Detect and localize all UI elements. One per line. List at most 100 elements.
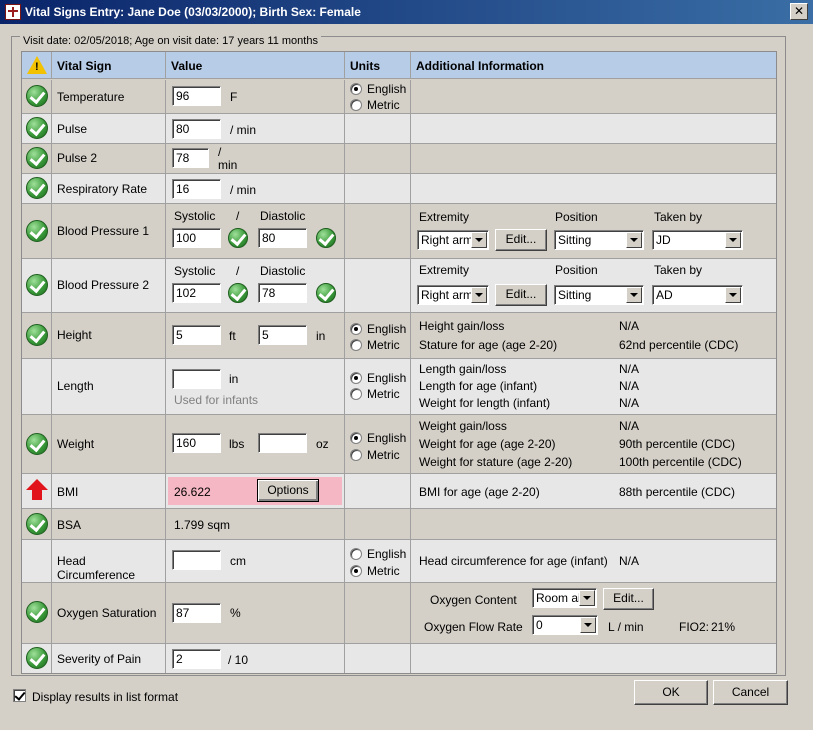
- metric-label: Metric: [367, 387, 400, 401]
- row-bmi: BMI 26.622 Options BMI for age (age 2-20…: [22, 474, 776, 509]
- row-weight: Weight 160 lbs oz English Metric Weight …: [22, 415, 776, 474]
- info-label: Length gain/loss: [419, 362, 507, 376]
- fio2-label: FIO2:: [679, 620, 710, 634]
- height-in-input[interactable]: 5: [258, 325, 307, 345]
- bsa-value: 1.799 sqm: [174, 518, 231, 532]
- metric-label: Metric: [367, 448, 400, 462]
- length-english-radio[interactable]: [350, 372, 362, 384]
- bp1-diastolic-input[interactable]: 80: [258, 228, 307, 248]
- bp2-taken-by-select[interactable]: AD: [652, 285, 743, 305]
- bp1-systolic-input[interactable]: 100: [172, 228, 221, 248]
- bp1-extremity-select[interactable]: Right arm: [417, 230, 489, 250]
- close-button[interactable]: ✕: [790, 3, 808, 20]
- bp1-edit-button[interactable]: Edit...: [495, 229, 547, 251]
- bp1-taken-by-select[interactable]: JD: [652, 230, 743, 250]
- bp1-position-select[interactable]: Sitting: [554, 230, 644, 250]
- vital-name: Length: [57, 379, 94, 393]
- english-label: English: [367, 82, 407, 96]
- pulse-unit: / min: [230, 123, 257, 137]
- row-bsa: BSA 1.799 sqm: [22, 509, 776, 540]
- col-value: Value: [171, 59, 203, 73]
- metric-label: Metric: [367, 564, 400, 578]
- list-format-checkbox[interactable]: [13, 689, 26, 702]
- respiratory-rate-input[interactable]: 16: [172, 179, 221, 199]
- bmi-options-button[interactable]: Options: [257, 479, 319, 502]
- row-length: Length in Used for infants English Metri…: [22, 359, 776, 415]
- weight-lbs-input[interactable]: 160: [172, 433, 221, 453]
- row-pulse: Pulse 80 / min: [22, 114, 776, 144]
- bp2-edit-button[interactable]: Edit...: [495, 284, 547, 306]
- status-ok-icon: [316, 283, 336, 303]
- bp-slash: /: [236, 209, 240, 223]
- metric-label: Metric: [367, 338, 400, 352]
- bp2-position-select[interactable]: Sitting: [554, 285, 644, 305]
- info-label: Stature for age (age 2-20): [419, 338, 558, 352]
- pulse-2-unit: min: [218, 158, 238, 172]
- vital-name: BSA: [57, 518, 82, 532]
- height-metric-radio[interactable]: [350, 339, 362, 351]
- temperature-input[interactable]: 96: [172, 86, 221, 106]
- weight-metric-radio[interactable]: [350, 449, 362, 461]
- height-in-unit: in: [316, 329, 326, 343]
- status-ok-icon: [228, 228, 248, 248]
- length-input[interactable]: [172, 369, 221, 389]
- english-label: English: [367, 371, 407, 385]
- cancel-button[interactable]: Cancel: [713, 680, 788, 705]
- pulse-input[interactable]: 80: [172, 119, 221, 139]
- info-value: 62nd percentile (CDC): [619, 338, 739, 352]
- status-ok-icon: [316, 228, 336, 248]
- info-label: Weight for length (infant): [419, 396, 551, 410]
- oxygen-content-select[interactable]: Room air: [532, 588, 597, 608]
- status-ok-icon: [26, 647, 48, 669]
- temperature-english-radio[interactable]: [350, 83, 362, 95]
- app-icon: [5, 4, 21, 20]
- pulse-2-input[interactable]: 78: [172, 148, 209, 168]
- status-ok-icon: [26, 433, 48, 455]
- info-label: Head circumference for age (infant): [419, 554, 608, 568]
- length-unit: in: [229, 372, 239, 386]
- weight-english-radio[interactable]: [350, 432, 362, 444]
- bmi-value: 26.622: [174, 485, 211, 499]
- ok-button[interactable]: OK: [634, 680, 708, 705]
- oxygen-flow-rate-unit: L / min: [608, 620, 644, 634]
- height-ft-unit: ft: [229, 329, 236, 343]
- info-value: N/A: [619, 319, 640, 333]
- warning-icon: !: [27, 56, 47, 74]
- row-temperature: Temperature 96 F English Metric: [22, 80, 776, 114]
- col-units: Units: [350, 59, 380, 73]
- head-circumference-input[interactable]: [172, 550, 221, 570]
- col-vital-sign: Vital Sign: [57, 59, 112, 73]
- oxygen-flow-rate-select[interactable]: 0: [532, 615, 598, 635]
- status-ok-icon: [26, 85, 48, 107]
- oxygen-content-label: Oxygen Content: [430, 593, 517, 607]
- height-ft-input[interactable]: 5: [172, 325, 221, 345]
- info-value: N/A: [619, 362, 640, 376]
- info-label: BMI for age (age 2-20): [419, 485, 540, 499]
- bp2-systolic-input[interactable]: 102: [172, 283, 221, 303]
- temperature-unit: F: [230, 90, 238, 104]
- length-metric-radio[interactable]: [350, 388, 362, 400]
- chevron-down-icon: [471, 232, 487, 248]
- diastolic-label: Diastolic: [260, 209, 306, 223]
- chevron-down-icon: [725, 287, 741, 303]
- oxygen-edit-button[interactable]: Edit...: [603, 588, 654, 610]
- head-english-radio[interactable]: [350, 548, 362, 560]
- oxygen-saturation-input[interactable]: 87: [172, 603, 221, 623]
- status-ok-icon: [26, 147, 48, 169]
- bp2-extremity-select[interactable]: Right arm: [417, 285, 489, 305]
- height-english-radio[interactable]: [350, 323, 362, 335]
- window-title: Vital Signs Entry: Jane Doe (03/03/2000)…: [25, 5, 361, 19]
- vital-name: Pulse 2: [57, 151, 98, 165]
- info-value: N/A: [619, 396, 640, 410]
- weight-oz-input[interactable]: [258, 433, 307, 453]
- vital-name: Oxygen Saturation: [57, 606, 157, 620]
- weight-oz-unit: oz: [316, 437, 329, 451]
- status-ok-icon: [26, 274, 48, 296]
- bp2-diastolic-input[interactable]: 78: [258, 283, 307, 303]
- temperature-metric-radio[interactable]: [350, 99, 362, 111]
- head-metric-radio[interactable]: [350, 565, 362, 577]
- chevron-down-icon: [580, 617, 596, 633]
- vital-name: Weight: [57, 437, 95, 451]
- title-bar: Vital Signs Entry: Jane Doe (03/03/2000)…: [0, 0, 813, 24]
- severity-of-pain-input[interactable]: 2: [172, 649, 221, 669]
